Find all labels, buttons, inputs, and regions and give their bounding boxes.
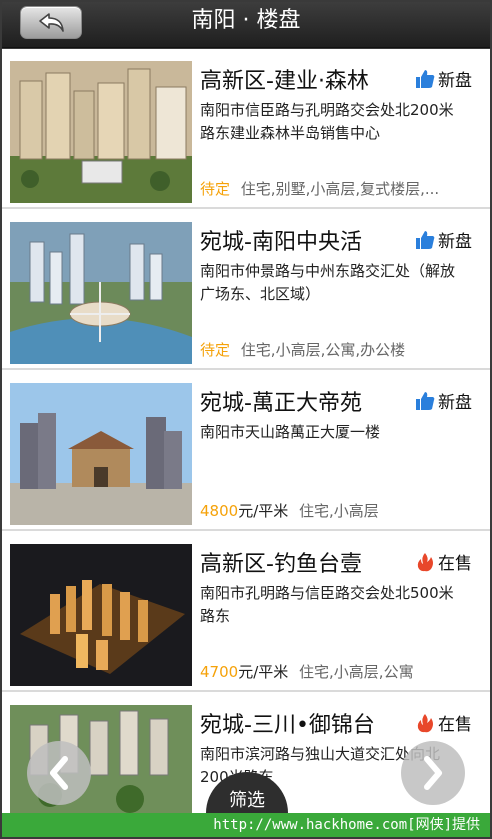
listing-types: 住宅,小高层,公寓,办公楼 xyxy=(240,341,406,359)
listing-name: 宛城-三川•御锦台 xyxy=(200,713,375,738)
listing-meta: 待定 住宅,小高层,公寓,办公楼 xyxy=(200,339,405,360)
watermark: http://www.hackhome.com[网侠]提供 xyxy=(2,813,490,837)
page-title: 南阳 · 楼盘 xyxy=(191,8,301,33)
listing-thumbnail xyxy=(10,222,192,364)
listing-thumbnail xyxy=(10,61,192,203)
listing-badge: 在售 xyxy=(415,549,472,577)
listing-price: 4700 xyxy=(200,663,239,681)
listing-status: 待定 xyxy=(200,341,231,359)
listing-item[interactable]: 宛城-南阳中央活 新盘 南阳市仲景路与中州东路交汇处（解放广场东、北区域） 待定… xyxy=(2,210,490,370)
listing-name: 宛城-萬正大帝苑 xyxy=(200,391,362,416)
listing-status: 待定 xyxy=(200,180,231,198)
next-button[interactable] xyxy=(401,741,465,805)
listing-address: 南阳市天山路萬正大厦一楼 xyxy=(200,423,381,441)
listing-item[interactable]: 宛城-萬正大帝苑 新盘 南阳市天山路萬正大厦一楼 4800元/平米 住宅,小高层 xyxy=(2,371,490,531)
listing-price-unit: 元/平米 xyxy=(238,663,289,681)
listing-types: 住宅,小高层 xyxy=(299,502,379,520)
listing-thumbnail xyxy=(10,383,192,525)
listing-badge: 在售 xyxy=(415,710,472,738)
listing-address: 南阳市信臣路与孔明路交会处北200米路东建业森林半岛销售中心 xyxy=(200,101,454,142)
listing-badge-label: 新盘 xyxy=(438,232,472,252)
listing-badge: 新盘 xyxy=(415,66,472,94)
thumbs-up-icon xyxy=(415,230,435,255)
listing-price-unit: 元/平米 xyxy=(238,502,289,520)
listing-item[interactable]: 高新区-钓鱼台壹 在售 南阳市孔明路与信臣路交会处北500米路东 4700元/平… xyxy=(2,532,490,692)
listing-badge-label: 新盘 xyxy=(438,71,472,91)
flame-icon xyxy=(415,713,435,738)
listing-list[interactable]: 高新区-建业·森林 新盘 南阳市信臣路与孔明路交会处北200米路东建业森林半岛销… xyxy=(2,49,490,813)
thumbs-up-icon xyxy=(415,391,435,416)
listing-item[interactable]: 高新区-建业·森林 新盘 南阳市信臣路与孔明路交会处北200米路东建业森林半岛销… xyxy=(2,49,490,209)
listing-badge: 新盘 xyxy=(415,227,472,255)
flame-icon xyxy=(415,552,435,577)
listing-name: 宛城-南阳中央活 xyxy=(200,230,362,255)
listing-badge-label: 新盘 xyxy=(438,393,472,413)
top-bar: 南阳 · 楼盘 xyxy=(2,2,490,48)
chevron-right-icon xyxy=(424,756,442,790)
listing-meta: 4800元/平米 住宅,小高层 xyxy=(200,500,379,521)
listing-price: 4800 xyxy=(200,502,239,520)
listing-address: 南阳市孔明路与信臣路交会处北500米路东 xyxy=(200,584,454,625)
listing-name: 高新区-钓鱼台壹 xyxy=(200,552,362,577)
chevron-left-icon xyxy=(50,756,68,790)
listing-thumbnail xyxy=(10,544,192,686)
thumbs-up-icon xyxy=(415,69,435,94)
listing-badge-label: 在售 xyxy=(438,715,472,735)
prev-button[interactable] xyxy=(27,741,91,805)
listing-badge: 新盘 xyxy=(415,388,472,416)
app-frame: 南阳 · 楼盘 高新区-建业·森林 新盘 南阳市信臣路与孔明路交会处北200米路… xyxy=(0,0,492,839)
listing-meta: 4700元/平米 住宅,小高层,公寓 xyxy=(200,661,414,682)
listing-types: 住宅,别墅,小高层,复式楼层,... xyxy=(240,180,440,198)
listing-types: 住宅,小高层,公寓 xyxy=(299,663,414,681)
listing-badge-label: 在售 xyxy=(438,554,472,574)
listing-name: 高新区-建业·森林 xyxy=(200,69,369,94)
listing-address: 南阳市仲景路与中州东路交汇处（解放广场东、北区域） xyxy=(200,262,456,303)
listing-meta: 待定 住宅,别墅,小高层,复式楼层,... xyxy=(200,178,439,199)
